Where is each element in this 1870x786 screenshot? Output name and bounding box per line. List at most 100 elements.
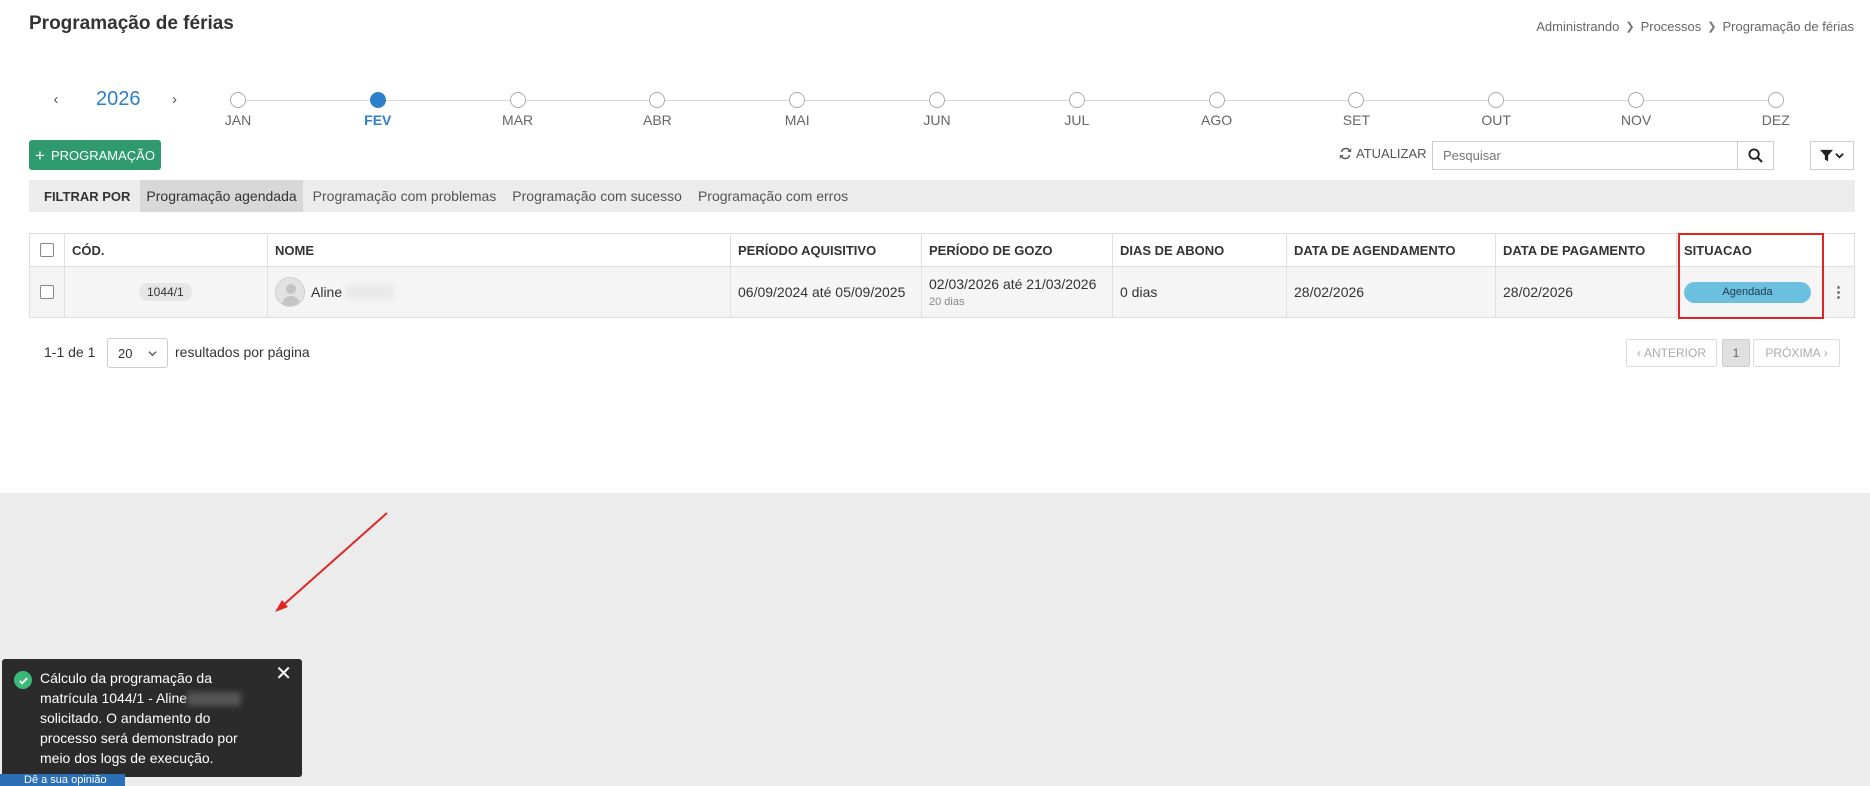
month-dot — [1348, 92, 1365, 108]
toast-line-3: solicitado. O andamento do — [40, 710, 211, 726]
close-icon[interactable]: ✕ — [275, 664, 292, 684]
month-jul[interactable]: JUL — [1047, 92, 1107, 128]
column-header-periodo-gozo[interactable]: PERÍODO DE GOZO — [922, 234, 1113, 266]
filter-icon — [1820, 149, 1833, 162]
column-header-periodo-aquisitivo[interactable]: PERÍODO AQUISITIVO — [731, 234, 922, 266]
more-options-icon[interactable]: ⋮ — [1831, 283, 1846, 301]
column-header-codigo[interactable]: CÓD. — [65, 234, 268, 266]
month-dot — [1068, 92, 1085, 108]
success-toast: ✕ Cálculo da programação da matrícula 10… — [2, 659, 302, 777]
month-dot — [230, 92, 246, 108]
toast-line-2: matrícula 1044/1 - Aline — [40, 690, 188, 706]
month-dot — [1628, 92, 1644, 108]
redacted-surname — [346, 285, 395, 299]
month-label: OUT — [1481, 112, 1511, 128]
column-header-dias-abono[interactable]: DIAS DE ABONO — [1113, 234, 1287, 266]
breadcrumb-item-administrando[interactable]: Administrando — [1536, 19, 1619, 34]
month-dot — [509, 92, 526, 108]
month-ago[interactable]: AGO — [1187, 92, 1247, 128]
breadcrumb: Administrando ❯ Processos ❯ Programação … — [1536, 19, 1854, 34]
month-mar[interactable]: MAR — [488, 92, 548, 128]
chevron-right-icon[interactable]: › — [165, 91, 185, 108]
month-dot — [649, 92, 666, 108]
filter-label: FILTRAR POR — [44, 188, 131, 204]
select-all-cell — [30, 234, 65, 266]
month-label: MAR — [502, 112, 534, 128]
column-header-actions — [1823, 234, 1854, 266]
column-header-data-pagamento[interactable]: DATA DE PAGAMENTO — [1496, 234, 1677, 266]
redacted-surname — [187, 692, 242, 707]
month-jun[interactable]: JUN — [907, 92, 967, 128]
column-header-nome[interactable]: NOME — [268, 234, 731, 266]
page-button-current[interactable]: 1 — [1722, 339, 1750, 367]
previous-page-button[interactable]: ‹ ANTERIOR — [1626, 339, 1717, 367]
cell-data-agendamento: 28/02/2026 — [1287, 267, 1496, 317]
page-title: Programação de férias — [29, 13, 234, 34]
search-box — [1432, 141, 1774, 170]
breadcrumb-item-processos[interactable]: Processos — [1641, 19, 1702, 34]
toast-line-5: meio dos logs de execução. — [40, 750, 214, 766]
month-label: JAN — [224, 112, 252, 128]
month-dot — [789, 92, 806, 108]
filter-programacao-agendada[interactable]: Programação agendada — [140, 180, 303, 212]
search-button[interactable] — [1737, 142, 1773, 169]
cell-periodo-aquisitivo: 06/09/2024 até 05/09/2025 — [731, 267, 922, 317]
cell-data-pagamento: 28/02/2026 — [1496, 267, 1677, 317]
month-dot — [1767, 92, 1784, 108]
cell-periodo-gozo: 02/03/2026 até 21/03/2026 20 dias — [922, 267, 1113, 317]
month-mai[interactable]: MAI — [767, 92, 827, 128]
filter-programacao-com-erros[interactable]: Programação com erros — [692, 180, 854, 212]
month-label: JUN — [923, 112, 951, 128]
month-out[interactable]: OUT — [1466, 92, 1526, 128]
per-page-select[interactable]: 20 — [107, 338, 168, 368]
next-page-button[interactable]: PRÓXIMA › — [1753, 339, 1840, 367]
filter-dropdown-button[interactable] — [1810, 141, 1854, 170]
plus-icon: + — [35, 145, 45, 165]
column-header-data-agendamento[interactable]: DATA DE AGENDAMENTO — [1287, 234, 1496, 266]
search-input[interactable] — [1433, 142, 1737, 169]
add-programacao-button[interactable]: + PROGRAMAÇÃO — [29, 140, 161, 170]
breadcrumb-item-current: Programação de férias — [1722, 19, 1854, 34]
status-badge: Agendada — [1684, 281, 1811, 303]
code-badge: 1044/1 — [139, 283, 192, 301]
filter-bar: FILTRAR POR Programação agendada Program… — [29, 180, 1855, 212]
month-dot — [929, 92, 945, 108]
month-dot — [369, 92, 386, 108]
filter-programacao-com-problemas[interactable]: Programação com problemas — [307, 180, 503, 212]
month-nov[interactable]: NOV — [1606, 92, 1666, 128]
month-label: DEZ — [1761, 112, 1790, 128]
periodo-gozo-range: 02/03/2026 até 21/03/2026 — [929, 276, 1097, 292]
month-abr[interactable]: ABR — [627, 92, 687, 128]
annotation-arrow — [275, 512, 388, 612]
month-label: ABR — [642, 112, 672, 128]
employee-name: Aline — [311, 284, 343, 300]
month-dot — [1208, 92, 1225, 108]
chevron-right-icon: ❯ — [1707, 21, 1717, 33]
next-page-label: PRÓXIMA — [1765, 346, 1821, 360]
toast-line-2-wrap: matrícula 1044/1 - Aline — [40, 688, 262, 708]
cell-dias-abono: 0 dias — [1113, 267, 1287, 317]
chevron-down-icon — [1835, 153, 1844, 159]
row-checkbox[interactable] — [40, 285, 54, 299]
month-timeline-line — [238, 100, 1776, 101]
refresh-button[interactable]: ATUALIZAR — [1339, 146, 1427, 161]
month-jan[interactable]: JAN — [208, 92, 268, 128]
select-all-checkbox[interactable] — [40, 243, 54, 257]
month-fev[interactable]: FEV — [348, 92, 408, 128]
refresh-label: ATUALIZAR — [1356, 146, 1427, 161]
programacao-table: CÓD. NOME PERÍODO AQUISITIVO PERÍODO DE … — [29, 233, 1855, 318]
filter-programacao-com-sucesso[interactable]: Programação com sucesso — [506, 180, 688, 212]
cell-codigo: 1044/1 — [65, 267, 268, 317]
month-label: NOV — [1620, 112, 1652, 128]
month-dez[interactable]: DEZ — [1746, 92, 1806, 128]
month-dot — [1488, 92, 1505, 108]
chevron-left-icon[interactable]: ‹ — [46, 91, 66, 108]
feedback-button[interactable]: Dê a sua opinião — [0, 774, 125, 786]
month-set[interactable]: SET — [1326, 92, 1386, 128]
main-content: Programação de férias Administrando ❯ Pr… — [0, 0, 1870, 493]
year-selector: ‹ 2026 › — [46, 88, 185, 111]
column-header-situacao[interactable]: SITUACAO — [1677, 234, 1823, 266]
cell-actions: ⋮ — [1823, 267, 1854, 317]
table-row[interactable]: 1044/1 Aline 06/09/2024 até 05/09/2025 0… — [30, 267, 1854, 317]
chevron-right-icon: ❯ — [1625, 21, 1635, 33]
